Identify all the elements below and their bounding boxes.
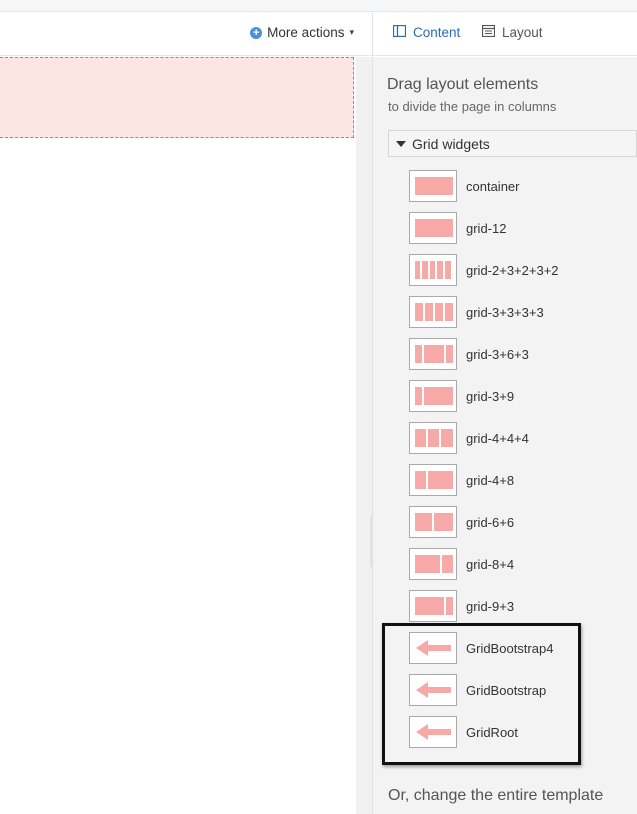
top-strip [0, 0, 637, 12]
widget-item[interactable]: grid-3+6+3 [409, 337, 629, 371]
grid-12-icon [409, 212, 457, 244]
group-header-grid-widgets[interactable]: Grid widgets [388, 130, 637, 157]
widget-label: GridRoot [466, 724, 519, 740]
panel-title: Drag layout elements [387, 76, 539, 93]
tab-layout[interactable]: Layout [481, 24, 543, 40]
widget-item[interactable]: grid-4+8 [409, 463, 629, 497]
tab-content-label: Content [413, 25, 461, 40]
caret-down-icon: ▾ [349, 27, 354, 37]
widget-item[interactable]: GridBootstrap4 [409, 631, 629, 665]
widget-label: grid-9+3 [466, 598, 515, 614]
plus-circle-icon: + [250, 26, 263, 39]
widget-item[interactable]: grid-6+6 [409, 505, 629, 539]
group-label: Grid widgets [412, 135, 490, 152]
more-actions-label: More actions [267, 25, 345, 40]
widget-label: container [466, 178, 520, 194]
widget-label: grid-8+4 [466, 556, 515, 572]
arrow-left-icon [409, 716, 457, 748]
widget-item[interactable]: GridRoot [409, 715, 629, 749]
grid-3-6-3-icon [409, 338, 457, 370]
widget-item[interactable]: grid-3+9 [409, 379, 629, 413]
panel-subtitle: to divide the page in columns [388, 99, 557, 114]
layout-icon [481, 24, 496, 40]
grid-6-6-icon [409, 506, 457, 538]
grid-3-3-3-3-icon [409, 296, 457, 328]
grid-9-3-icon [409, 590, 457, 622]
widget-label: grid-12 [466, 220, 507, 236]
widget-label: GridBootstrap4 [466, 640, 554, 656]
widget-label: grid-2+3+2+3+2 [466, 262, 559, 278]
grid-3-9-icon [409, 380, 457, 412]
triangle-down-icon [396, 140, 406, 147]
widget-label: grid-4+4+4 [466, 430, 529, 446]
widget-item[interactable]: container [409, 169, 629, 203]
widget-label: grid-6+6 [466, 514, 515, 530]
arrow-left-icon [409, 632, 457, 664]
widget-item[interactable]: grid-4+4+4 [409, 421, 629, 455]
grid-container-icon [409, 170, 457, 202]
grid-4-4-4-icon [409, 422, 457, 454]
widget-label: GridBootstrap [466, 682, 547, 698]
grid-2-3-2-3-2-icon [409, 254, 457, 286]
widget-item[interactable]: grid-3+3+3+3 [409, 295, 629, 329]
widget-label: grid-3+9 [466, 388, 515, 404]
layout-panel: Drag layout elements to divide the page … [372, 57, 637, 814]
columns-icon [392, 24, 407, 40]
tab-layout-label: Layout [502, 25, 543, 40]
widget-item[interactable]: GridBootstrap [409, 673, 629, 707]
page-canvas [0, 57, 357, 814]
selected-drop-zone[interactable] [0, 57, 354, 138]
more-actions-button[interactable]: + More actions ▾ [250, 25, 354, 40]
widget-label: grid-3+6+3 [466, 346, 529, 362]
panel-divider [356, 57, 372, 814]
change-template-text: Or, change the entire template [388, 787, 604, 804]
grid-8-4-icon [409, 548, 457, 580]
tab-content[interactable]: Content [392, 24, 461, 40]
grid-4-8-icon [409, 464, 457, 496]
widget-label: grid-4+8 [466, 472, 515, 488]
widget-item[interactable]: grid-9+3 [409, 589, 629, 623]
editor-toolbar: + More actions ▾ [0, 13, 372, 56]
panel-tabs: Content Layout [372, 13, 637, 56]
widget-label: grid-3+3+3+3 [466, 304, 544, 320]
widget-item[interactable]: grid-8+4 [409, 547, 629, 581]
widget-item[interactable]: grid-2+3+2+3+2 [409, 253, 629, 287]
arrow-left-icon [409, 674, 457, 706]
widget-item[interactable]: grid-12 [409, 211, 629, 245]
